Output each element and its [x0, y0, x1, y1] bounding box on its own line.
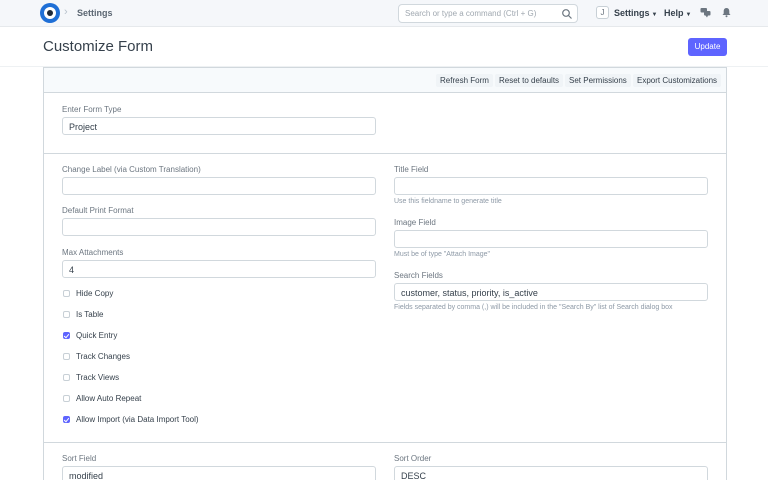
reset-defaults-button[interactable]: Reset to defaults: [495, 74, 564, 87]
allow-import-label[interactable]: Allow Import (via Data Import Tool): [76, 415, 199, 424]
set-permissions-button[interactable]: Set Permissions: [565, 74, 631, 87]
change-label-label: Change Label (via Custom Translation): [62, 165, 201, 174]
search-input[interactable]: Search or type a command (Ctrl + G): [405, 9, 536, 18]
is-table-checkbox[interactable]: [63, 311, 70, 318]
sort-field-input[interactable]: modified: [62, 466, 376, 480]
notification-bell-icon[interactable]: [721, 7, 732, 18]
search-fields-help: Fields separated by comma (,) will be in…: [394, 304, 673, 311]
print-format-input[interactable]: [62, 218, 376, 236]
chevron-down-icon: ▼: [651, 12, 658, 18]
breadcrumb-settings[interactable]: Settings: [77, 8, 113, 18]
section-divider: [44, 442, 726, 443]
form-type-input[interactable]: Project: [62, 117, 376, 135]
title-field-help: Use this fieldname to generate title: [394, 198, 502, 205]
hide-copy-checkbox[interactable]: [63, 290, 70, 297]
track-changes-checkbox[interactable]: [63, 353, 70, 360]
is-table-label[interactable]: Is Table: [76, 310, 103, 319]
form-type-label: Enter Form Type: [62, 105, 122, 114]
search-icon: [562, 9, 572, 19]
breadcrumb-chevron-icon: ›: [64, 6, 68, 18]
page-title: Customize Form: [43, 38, 154, 55]
settings-menu-label: Settings: [614, 8, 650, 18]
settings-menu[interactable]: Settings ▼: [614, 8, 657, 18]
sort-order-label: Sort Order: [394, 454, 432, 463]
form-card: Refresh Form Reset to defaults Set Permi…: [43, 67, 727, 480]
allow-auto-repeat-label[interactable]: Allow Auto Repeat: [76, 394, 141, 403]
quick-entry-checkbox[interactable]: [63, 332, 70, 339]
section-divider: [44, 153, 726, 154]
max-attachments-label: Max Attachments: [62, 248, 124, 257]
user-avatar[interactable]: J: [596, 6, 609, 19]
track-changes-label[interactable]: Track Changes: [76, 352, 130, 361]
search-fields-input[interactable]: customer, status, priority, is_active: [394, 283, 708, 301]
hide-copy-label[interactable]: Hide Copy: [76, 289, 113, 298]
search-fields-label: Search Fields: [394, 271, 443, 280]
image-field-label: Image Field: [394, 218, 436, 227]
navbar: › Settings Search or type a command (Ctr…: [0, 0, 768, 27]
track-views-label[interactable]: Track Views: [76, 373, 119, 382]
refresh-form-button[interactable]: Refresh Form: [436, 74, 493, 87]
sort-order-input[interactable]: DESC: [394, 466, 708, 480]
allow-import-checkbox[interactable]: [63, 416, 70, 423]
allow-auto-repeat-checkbox[interactable]: [63, 395, 70, 402]
quick-entry-label[interactable]: Quick Entry: [76, 331, 117, 340]
form-toolbar: Refresh Form Reset to defaults Set Permi…: [44, 68, 726, 93]
app-logo[interactable]: [40, 3, 60, 23]
update-button[interactable]: Update: [688, 38, 727, 56]
awesomebar-search[interactable]: Search or type a command (Ctrl + G): [398, 4, 578, 23]
change-label-input[interactable]: [62, 177, 376, 195]
export-customizations-button[interactable]: Export Customizations: [633, 74, 722, 87]
chevron-down-icon: ▼: [685, 12, 692, 18]
print-format-label: Default Print Format: [62, 206, 134, 215]
track-views-checkbox[interactable]: [63, 374, 70, 381]
title-field-label: Title Field: [394, 165, 429, 174]
image-field-help: Must be of type "Attach Image": [394, 251, 491, 258]
help-menu-label: Help: [664, 8, 684, 18]
max-attachments-input[interactable]: 4: [62, 260, 376, 278]
chat-icon[interactable]: [700, 7, 711, 18]
sort-field-label: Sort Field: [62, 454, 97, 463]
image-field-input[interactable]: [394, 230, 708, 248]
title-field-input[interactable]: [394, 177, 708, 195]
help-menu[interactable]: Help ▼: [664, 8, 691, 18]
